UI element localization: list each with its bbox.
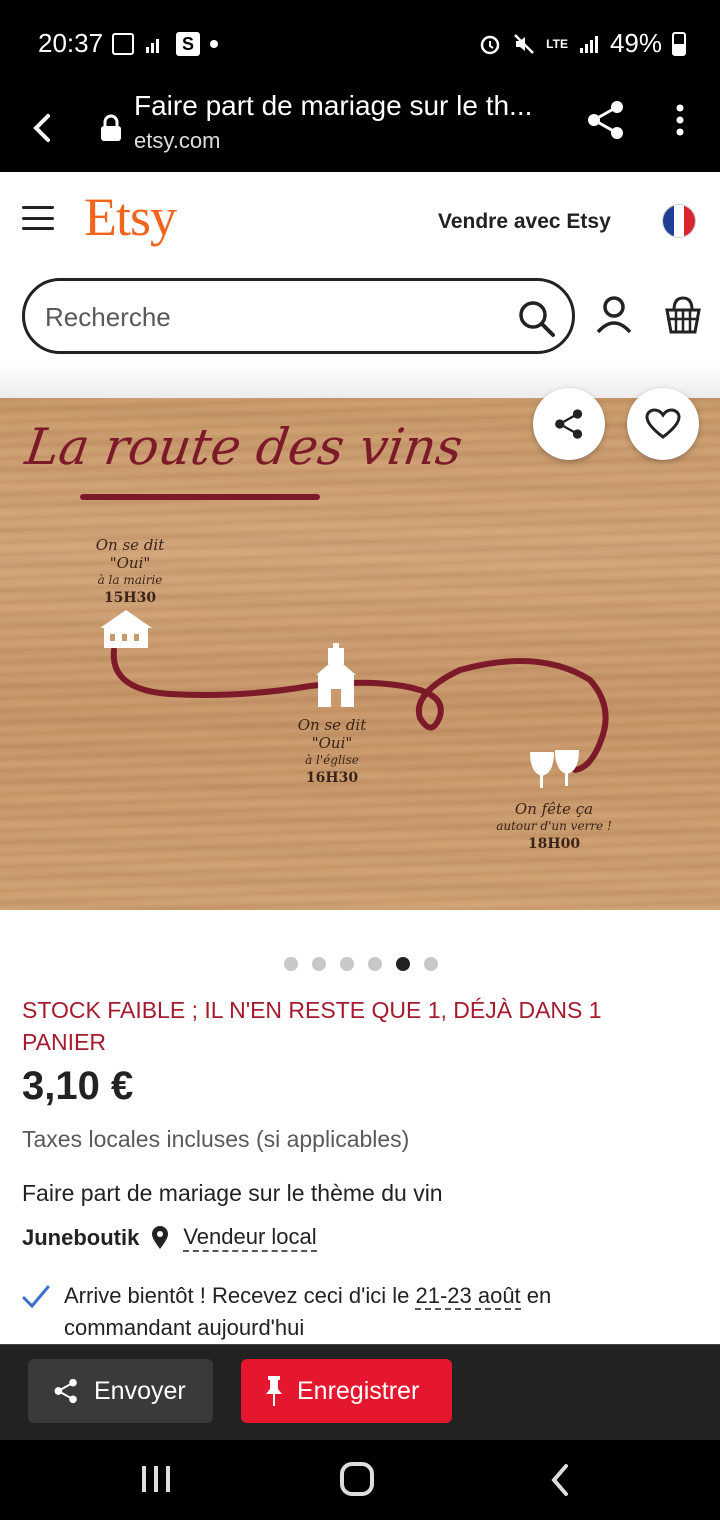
product-image-gallery[interactable]: La route des vins On se dit "Oui" à la m… xyxy=(0,398,720,910)
cart-icon[interactable] xyxy=(664,294,702,336)
browser-toolbar: Faire part de mariage sur le th... etsy.… xyxy=(0,84,720,172)
search-icon[interactable] xyxy=(517,299,557,339)
notification-dot xyxy=(210,40,218,48)
gallery-top-shade xyxy=(0,364,720,398)
share-icon xyxy=(555,409,583,439)
seller-name[interactable]: Juneboutik xyxy=(22,1225,139,1251)
event-verre: On fête ça autour d'un verre ! 18H00 xyxy=(496,800,612,852)
signal-icon xyxy=(146,39,159,53)
save-label: Enregistrer xyxy=(297,1376,420,1405)
town-hall-icon xyxy=(100,610,152,648)
lock-icon xyxy=(101,114,121,141)
delivery-text: Arrive bientôt ! Recevez ceci d'ici le 2… xyxy=(64,1280,664,1344)
gallery-dot[interactable] xyxy=(284,957,298,971)
event-eglise: On se dit "Oui" à l'église 16H30 xyxy=(297,716,367,786)
gallery-icon xyxy=(112,33,134,55)
network-type: LTE xyxy=(546,36,568,51)
send-button[interactable]: Envoyer xyxy=(28,1359,213,1423)
church-icon xyxy=(316,643,356,707)
search-input[interactable] xyxy=(45,297,505,337)
status-time: 20:37 xyxy=(38,28,104,58)
battery-percent: 49% xyxy=(609,28,662,58)
seller-row: Juneboutik Vendeur local xyxy=(22,1224,317,1252)
page-title[interactable]: Faire part de mariage sur le th... xyxy=(134,90,554,122)
mute-icon xyxy=(514,33,535,54)
bottom-action-bar: Envoyer Enregistrer xyxy=(0,1344,720,1440)
menu-icon[interactable] xyxy=(22,206,54,230)
recent-apps-icon[interactable] xyxy=(142,1466,170,1492)
cell-signal-icon xyxy=(579,35,598,53)
heart-icon xyxy=(645,408,681,439)
s-app-icon: S xyxy=(176,32,200,56)
price: 3,10 € xyxy=(22,1064,134,1108)
page-url[interactable]: etsy.com xyxy=(134,128,220,154)
event-mairie: On se dit "Oui" à la mairie 15H30 xyxy=(95,536,165,606)
save-button[interactable]: Enregistrer xyxy=(241,1359,452,1423)
back-icon[interactable] xyxy=(548,1462,572,1498)
pin-icon xyxy=(266,1376,282,1406)
french-flag-icon[interactable] xyxy=(662,204,696,238)
home-icon[interactable] xyxy=(340,1462,374,1496)
gallery-pagination[interactable] xyxy=(284,957,438,971)
status-right: LTE 49% xyxy=(478,28,686,59)
send-label: Envoyer xyxy=(94,1376,186,1405)
delivery-prefix: Arrive bientôt ! Recevez ceci d'ici le xyxy=(64,1283,410,1308)
site-header: Etsy Vendre avec Etsy xyxy=(0,172,720,272)
local-seller-badge[interactable]: Vendeur local xyxy=(183,1224,317,1252)
favorite-button[interactable] xyxy=(627,388,699,460)
gallery-dot[interactable] xyxy=(340,957,354,971)
tax-note: Taxes locales incluses (si applicables) xyxy=(22,1126,410,1152)
delivery-estimate: Arrive bientôt ! Recevez ceci d'ici le 2… xyxy=(22,1280,664,1344)
wine-glasses-icon xyxy=(530,750,579,788)
product-title: Faire part de mariage sur le thème du vi… xyxy=(22,1180,443,1206)
stock-notice: STOCK FAIBLE ; IL N'EN RESTE QUE 1, DÉJÀ… xyxy=(22,997,602,1055)
search-bar xyxy=(22,278,575,354)
alarm-icon xyxy=(480,35,500,54)
battery-icon xyxy=(672,31,686,56)
more-options-icon[interactable] xyxy=(674,102,686,138)
sell-link[interactable]: Vendre avec Etsy xyxy=(438,210,611,234)
gallery-dot-active[interactable] xyxy=(396,957,410,971)
location-pin-icon xyxy=(152,1226,169,1249)
system-nav-bar xyxy=(0,1440,720,1520)
share-image-button[interactable] xyxy=(533,388,605,460)
gallery-dot[interactable] xyxy=(312,957,326,971)
status-bar: 20:37 S LTE 49% xyxy=(0,0,720,84)
back-arrow-icon[interactable] xyxy=(28,108,58,148)
share-icon xyxy=(54,1378,77,1404)
gallery-dot[interactable] xyxy=(368,957,382,971)
delivery-date[interactable]: 21-23 août xyxy=(415,1283,521,1310)
gallery-dot[interactable] xyxy=(424,957,438,971)
etsy-logo[interactable]: Etsy xyxy=(84,186,177,248)
checkmark-icon xyxy=(22,1285,50,1309)
share-icon[interactable] xyxy=(584,98,628,142)
status-left-icons: S xyxy=(112,32,218,56)
user-account-icon[interactable] xyxy=(594,294,634,336)
